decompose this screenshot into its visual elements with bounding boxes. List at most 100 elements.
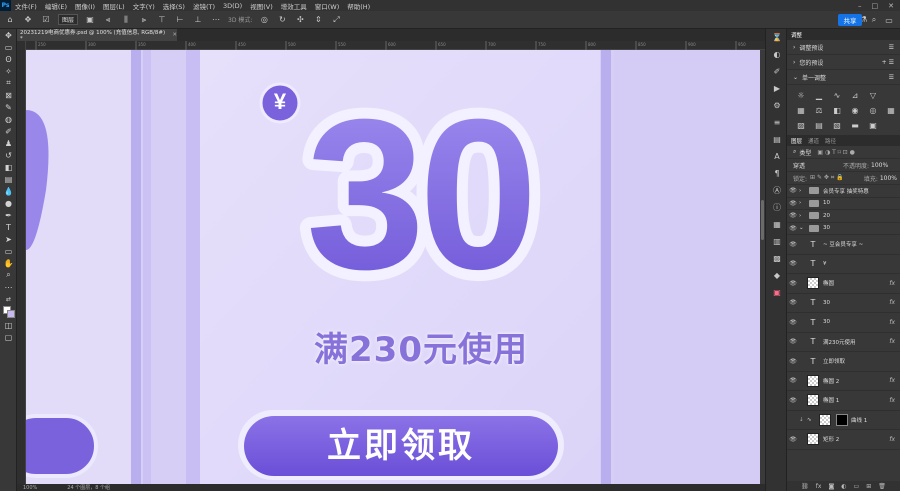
menu-view[interactable]: 视图(V) xyxy=(246,1,277,11)
tab-adjustments[interactable]: 调整 xyxy=(791,31,802,39)
your-presets-row[interactable]: › 您的预设 + ☰ xyxy=(787,55,900,70)
eye-icon[interactable]: 👁 xyxy=(787,397,799,404)
align-bottom-icon[interactable]: ⊥ xyxy=(192,14,204,26)
adjustment-presets-row[interactable]: › 调整预设 ☰ xyxy=(787,40,900,55)
eye-icon[interactable]: 👁 xyxy=(787,319,799,326)
close-tab-icon[interactable]: ✕ xyxy=(172,32,177,38)
close-icon[interactable]: ✕ xyxy=(888,2,894,10)
zoom-tool-icon[interactable]: ⌕ xyxy=(0,269,17,281)
move-tool-icon[interactable]: ✥ xyxy=(22,14,34,26)
layer-item[interactable]: 👁 ↓ ∿ 曲线 1 xyxy=(787,411,900,430)
eye-icon[interactable]: 👁 xyxy=(787,299,799,306)
layer-filter-dropdown[interactable]: 类型 xyxy=(799,148,811,157)
menu-select[interactable]: 选择(S) xyxy=(159,1,189,11)
layer-item[interactable]: 👁 T ~ 豆会员专享 ~ xyxy=(787,235,900,255)
layer-group-item[interactable]: 👁 › 10 xyxy=(787,198,900,210)
swap-colors-icon[interactable]: ⇄ xyxy=(0,293,17,305)
align-top-icon[interactable]: ⊤ xyxy=(156,14,168,26)
fx-icon[interactable]: fx xyxy=(889,280,895,287)
layer-group-item[interactable]: 👁 › 20 xyxy=(787,210,900,223)
actions-icon[interactable]: ▶ xyxy=(766,80,788,97)
transform-controls-icon[interactable]: ▣ xyxy=(84,14,96,26)
color-lookup-icon[interactable]: ▦ xyxy=(885,104,897,116)
filter-icons[interactable]: ▣ ◑ T ⌑ ⊡ ● xyxy=(817,149,854,156)
menu-window[interactable]: 窗口(W) xyxy=(311,1,344,11)
document-tab[interactable]: 20231219电商优惠券.psd @ 100% (充值信息, RGB/8#) … xyxy=(17,29,177,42)
gradient-tool-icon[interactable]: ▤ xyxy=(0,173,17,185)
new-layer-icon[interactable]: ⊞ xyxy=(866,483,871,490)
vibrance-icon[interactable]: ▽ xyxy=(867,89,879,101)
menu-filter[interactable]: 滤镜(T) xyxy=(189,1,219,11)
eye-icon[interactable]: 👁 xyxy=(787,200,799,207)
link-layers-icon[interactable]: ⛓ xyxy=(801,483,809,490)
menu-icon[interactable]: ☰ xyxy=(889,44,894,51)
more-options-icon[interactable]: ⋯ xyxy=(210,14,222,26)
add-icon[interactable]: + ☰ xyxy=(882,59,894,66)
fx-menu-icon[interactable]: fx xyxy=(816,483,822,490)
eraser-icon[interactable]: ◧ xyxy=(0,161,17,173)
horizontal-ruler[interactable]: 250 300 350 400 450 500 550 600 650 700 750 800 850 9… xyxy=(26,41,765,50)
layer-group-item[interactable]: 👁 ⌄ 30 xyxy=(787,223,900,235)
eye-icon[interactable]: 👁 xyxy=(787,358,799,365)
eye-icon[interactable]: 👁 xyxy=(787,338,799,345)
fx-icon[interactable]: fx xyxy=(889,338,895,345)
levels-icon[interactable]: ▁ xyxy=(813,89,825,101)
rectangle-tool-icon[interactable]: ▭ xyxy=(0,245,17,257)
tab-paths[interactable]: 路径 xyxy=(825,137,836,145)
chevron-down-icon[interactable]: ⌄ xyxy=(799,225,805,231)
screen-mode-icon[interactable]: ▢ xyxy=(0,331,17,343)
layer-item[interactable]: 👁 T 30 fx xyxy=(787,313,900,333)
fx-icon[interactable]: fx xyxy=(889,397,895,404)
scrollbar-thumb[interactable] xyxy=(761,200,764,240)
layer-group-item[interactable]: 👁 › 会员专享 抽奖特惠 xyxy=(787,185,900,198)
layer-item[interactable]: 👁 椭圆 fx xyxy=(787,274,900,294)
single-adjustments-row[interactable]: ⌄ 单一调整 ☰ xyxy=(787,70,900,85)
info-icon[interactable]: ⓘ xyxy=(766,199,788,216)
menu-type[interactable]: 文字(Y) xyxy=(129,1,159,11)
blur-tool-icon[interactable]: 💧 xyxy=(0,185,17,197)
brush-settings-icon[interactable]: ✐ xyxy=(766,63,788,80)
share-button[interactable]: 共享 xyxy=(838,14,862,26)
canvas[interactable]: 30 30 ¥ 满230元使用 立即领取 xyxy=(26,50,760,484)
align-middle-icon[interactable]: ⊢ xyxy=(174,14,186,26)
layer-item[interactable]: 👁 T 立即领取 xyxy=(787,352,900,372)
blend-mode-dropdown[interactable]: 穿透 xyxy=(793,161,843,170)
character-icon[interactable]: A xyxy=(766,148,788,165)
layer-item[interactable]: 👁 椭圆 1 fx xyxy=(787,391,900,411)
home-icon[interactable]: ⌂ xyxy=(4,14,16,26)
3d-slide-icon[interactable]: ⇕ xyxy=(312,14,324,26)
menu-file[interactable]: 文件(F) xyxy=(11,1,41,11)
eye-icon[interactable]: 👁 xyxy=(787,260,799,267)
patterns-icon[interactable]: ▩ xyxy=(766,250,788,267)
layer-item[interactable]: 👁 矩形 2 fx xyxy=(787,430,900,450)
clone-stamp-icon[interactable]: ♟ xyxy=(0,137,17,149)
healing-brush-icon[interactable]: ◍ xyxy=(0,113,17,125)
fx-icon[interactable]: fx xyxy=(889,319,895,326)
search-icon[interactable]: ⌕ xyxy=(868,14,880,26)
eye-icon[interactable]: 👁 xyxy=(787,225,799,232)
layer-item[interactable]: 👁 T ¥ xyxy=(787,255,900,274)
zoom-level[interactable]: 100% xyxy=(23,485,37,491)
layer-item[interactable]: 👁 椭圆 2 fx xyxy=(787,372,900,391)
black-white-icon[interactable]: ◧ xyxy=(831,104,843,116)
frame-tool-icon[interactable]: ⊠ xyxy=(0,89,17,101)
paragraph-icon[interactable]: ¶ xyxy=(766,165,788,182)
gradient-map-icon[interactable]: ▬ xyxy=(849,119,861,131)
3d-scale-icon[interactable]: ⤢ xyxy=(330,14,342,26)
menu-edit[interactable]: 编辑(E) xyxy=(41,1,71,11)
quick-mask-icon[interactable]: ◫ xyxy=(0,319,17,331)
claim-button[interactable]: 立即领取 xyxy=(244,416,558,476)
brush-tool-icon[interactable]: ✐ xyxy=(0,125,17,137)
color-balance-icon[interactable]: ⚖ xyxy=(813,104,825,116)
sliders-icon[interactable]: ≡ xyxy=(766,114,788,131)
chevron-right-icon[interactable]: › xyxy=(799,213,805,219)
layer-item[interactable]: 👁 T 30 fx xyxy=(787,294,900,313)
auto-select-checkbox-icon[interactable]: ☑ xyxy=(40,14,52,26)
posterize-icon[interactable]: ▤ xyxy=(813,119,825,131)
selective-color-icon[interactable]: ▣ xyxy=(867,119,879,131)
chevron-right-icon[interactable]: › xyxy=(799,200,805,206)
lasso-tool-icon[interactable]: ʘ xyxy=(0,53,17,65)
pen-tool-icon[interactable]: ✒ xyxy=(0,209,17,221)
type-tool-icon[interactable]: T xyxy=(0,221,17,233)
eye-icon[interactable]: 👁 xyxy=(787,280,799,287)
